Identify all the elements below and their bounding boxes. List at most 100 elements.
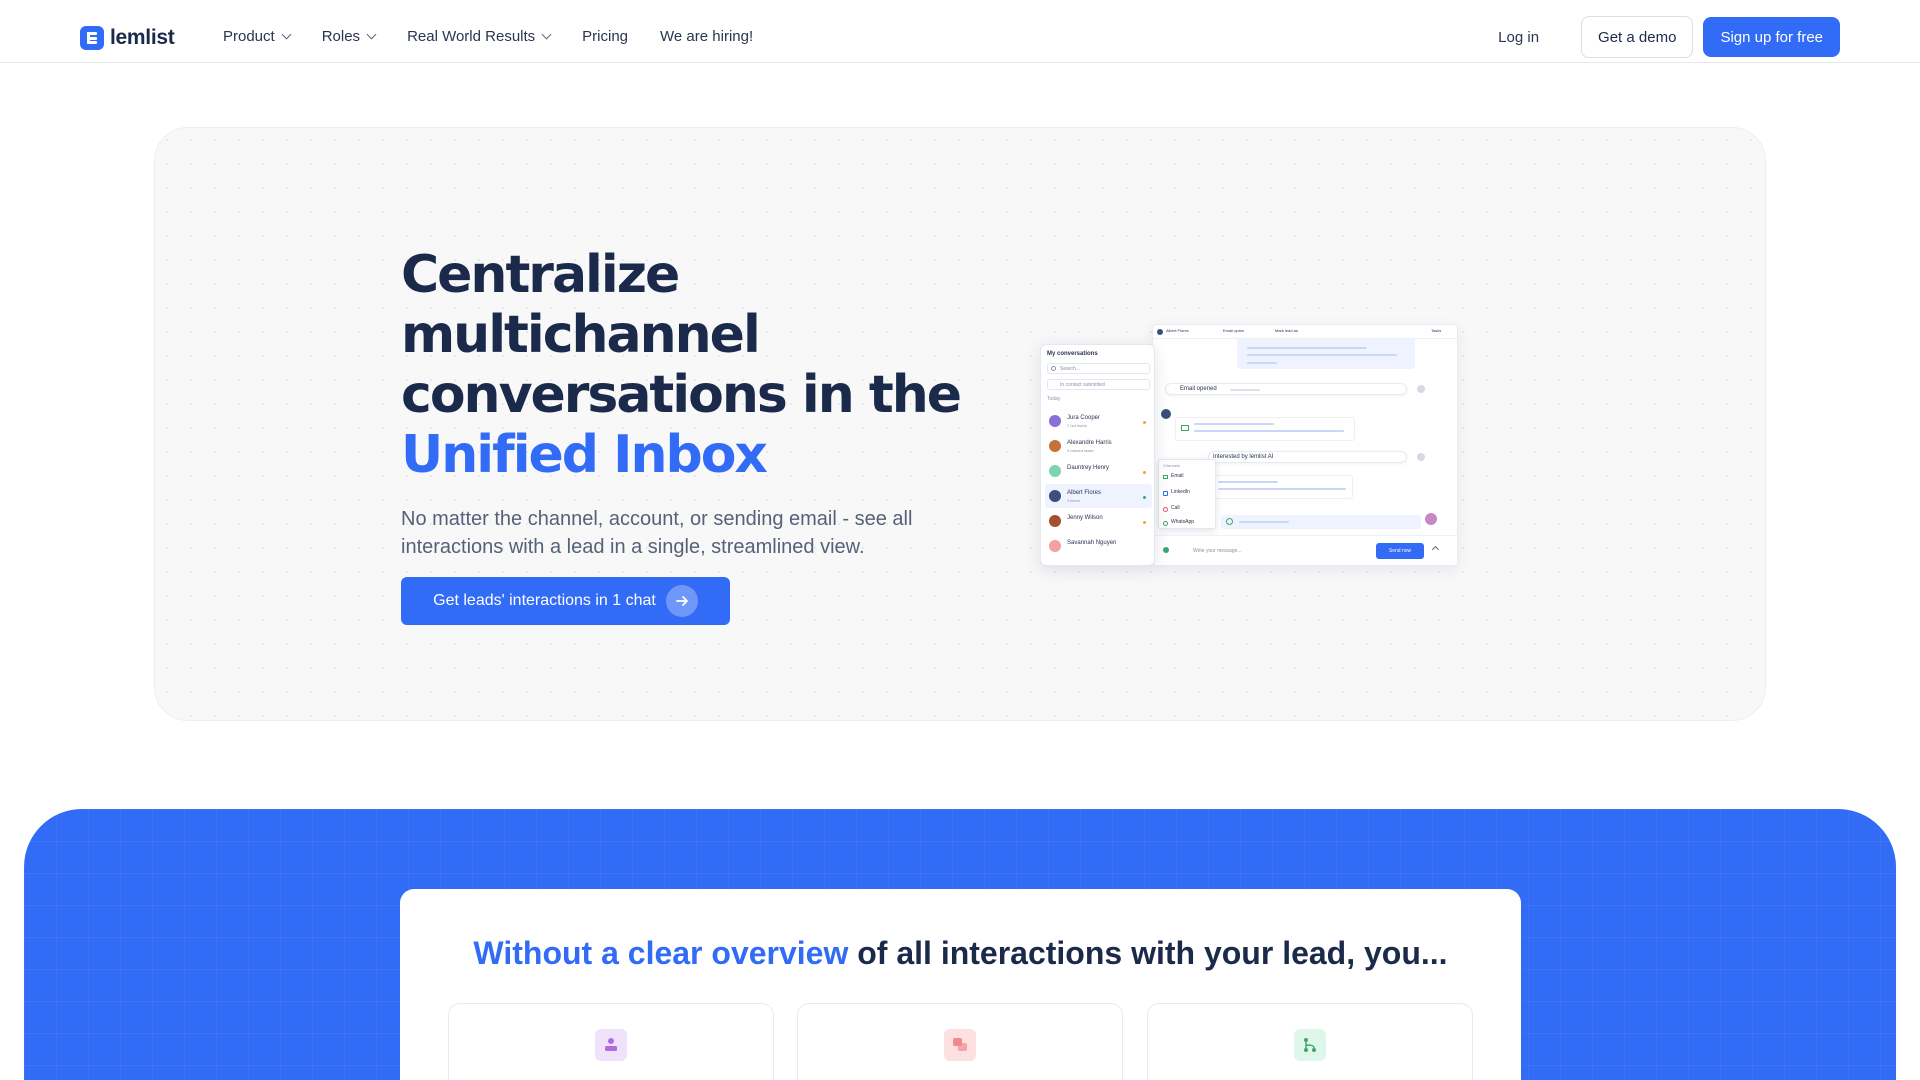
channel-email[interactable]: Email	[1171, 473, 1184, 479]
conversation-panel: Albert Flores Email optos Mark lead as T…	[1152, 324, 1458, 566]
text-line	[1247, 354, 1397, 356]
message-bubble	[1175, 417, 1355, 441]
logo-text: lemlist	[110, 26, 175, 49]
nav-results-label: Real World Results	[407, 28, 536, 45]
contact-sub: 3 items	[1067, 498, 1080, 503]
channel-dropdown: Channels Email LinkedIn Call WhatsApp	[1158, 459, 1216, 529]
nav-roles-label: Roles	[321, 28, 361, 45]
chevron-up-icon[interactable]	[1431, 545, 1440, 554]
signup-button[interactable]: Sign up for free	[1703, 17, 1840, 57]
sidebar-search[interactable]: Search...	[1047, 363, 1150, 374]
chevron-down-icon	[281, 29, 292, 40]
avatar	[1049, 540, 1061, 552]
nav-real-world-results[interactable]: Real World Results	[407, 28, 552, 45]
get-demo-button[interactable]: Get a demo	[1581, 16, 1694, 58]
avatar	[1157, 329, 1163, 335]
message-bubble	[1213, 475, 1353, 499]
contact-name: Jenny Wilson	[1067, 515, 1103, 521]
problem-item-1	[448, 1003, 774, 1080]
whatsapp-icon	[1226, 518, 1233, 525]
interested-event: Interested by lemlist AI	[1208, 451, 1407, 463]
topbar-tasks: Tasks	[1431, 328, 1442, 333]
email-icon	[1181, 425, 1189, 431]
lemlist-logo[interactable]: lemlist	[80, 26, 175, 50]
email-icon	[1163, 475, 1168, 479]
avatar	[1049, 440, 1061, 452]
nav-product[interactable]: Product	[223, 28, 292, 45]
arrow-right-icon	[665, 585, 698, 617]
contact-row[interactable]: Alexandre Harris 3 missed tasks	[1045, 434, 1152, 458]
chevron-down-icon	[541, 29, 552, 40]
email-opened-label: Email opened	[1180, 386, 1217, 392]
call-icon	[1163, 507, 1168, 512]
lemlist-logo-icon	[80, 26, 104, 50]
channel-call[interactable]: Call	[1171, 505, 1180, 511]
whatsapp-message	[1221, 515, 1421, 529]
contact-row[interactable]: Jenny Wilson	[1045, 509, 1152, 533]
sidebar-filter[interactable]: In contact submitted	[1047, 379, 1150, 390]
hero-title-text: Centralize multichannel conversations in…	[401, 245, 962, 425]
filter-label: In contact submitted	[1060, 382, 1105, 388]
topbar-name: Albert Flores	[1166, 328, 1189, 333]
hero-title-accent: Unified Inbox	[401, 425, 768, 485]
problem-title-accent: Without a clear overview	[473, 935, 849, 971]
hero-cta-button[interactable]: Get leads' interactions in 1 chat	[401, 577, 730, 625]
avatar	[1049, 465, 1061, 477]
channel-whatsapp[interactable]: WhatsApp	[1171, 519, 1194, 525]
email-opened-event: Email opened	[1165, 383, 1407, 395]
problem-card: Without a clear overview of all interact…	[400, 889, 1521, 1080]
whatsapp-icon	[1163, 547, 1169, 553]
chat-icon	[944, 1029, 976, 1061]
whatsapp-icon	[1163, 521, 1168, 526]
nav-pricing[interactable]: Pricing	[582, 28, 628, 45]
chevron-down-icon	[366, 29, 377, 40]
contact-sub: 7 hot leads	[1067, 423, 1087, 428]
send-now-button[interactable]: Send now	[1376, 543, 1424, 559]
section-today: Today	[1047, 396, 1061, 402]
contact-row[interactable]: Savannah Nguyen	[1045, 534, 1152, 558]
nav-hiring[interactable]: We are hiring!	[660, 28, 753, 45]
hero-subtitle: No matter the channel, account, or sendi…	[401, 508, 913, 558]
unified-inbox-mockup: Albert Flores Email optos Mark lead as T…	[1040, 324, 1466, 578]
contact-name: Jura Cooper	[1067, 415, 1101, 421]
avatar	[1425, 513, 1437, 525]
text-line	[1230, 389, 1260, 391]
contact-name: Dauntrey Henry	[1067, 465, 1110, 471]
text-line	[1218, 488, 1346, 490]
avatar	[1049, 415, 1061, 427]
problem-item-2	[797, 1003, 1123, 1080]
contact-sub: 3 missed tasks	[1067, 448, 1094, 453]
contact-row[interactable]: Jura Cooper 7 hot leads	[1045, 409, 1152, 433]
hero-title: Centralize multichannel conversations in…	[401, 245, 962, 485]
topbar-tab: Email optos	[1223, 328, 1244, 333]
avatar	[1049, 515, 1061, 527]
contact-row[interactable]: Albert Flores 3 items	[1045, 484, 1152, 508]
hierarchy-icon	[595, 1029, 627, 1061]
unread-dot	[1143, 471, 1146, 474]
hero-cta-label: Get leads' interactions in 1 chat	[433, 592, 656, 609]
nav-roles[interactable]: Roles	[321, 28, 377, 45]
status-dot	[1417, 453, 1425, 461]
unread-dot	[1143, 521, 1146, 524]
text-line	[1247, 347, 1367, 349]
contact-name: Albert Flores	[1067, 490, 1102, 496]
nav-actions: Log in Get a demo Sign up for free	[1498, 16, 1840, 58]
login-link[interactable]: Log in	[1498, 29, 1539, 46]
top-navigation: lemlist Product Roles Real World Results…	[0, 0, 1920, 63]
problem-section: Without a clear overview of all interact…	[24, 809, 1896, 1080]
contact-row[interactable]: Dauntrey Henry	[1045, 459, 1152, 483]
sidebar-title: My conversations	[1047, 351, 1098, 357]
nav-product-label: Product	[223, 28, 275, 45]
text-line	[1239, 521, 1289, 523]
problem-title: Without a clear overview of all interact…	[400, 935, 1521, 972]
avatar	[1049, 490, 1061, 502]
nav-pricing-label: Pricing	[582, 28, 629, 45]
channels-label: Channels	[1163, 463, 1180, 468]
channel-linkedin[interactable]: LinkedIn	[1171, 489, 1190, 495]
linkedin-icon	[1163, 491, 1168, 496]
search-icon	[1051, 366, 1056, 371]
text-line	[1194, 423, 1274, 425]
composer-input[interactable]: Write your message...	[1193, 548, 1242, 554]
status-dot	[1417, 385, 1425, 393]
topbar-mark: Mark lead as	[1275, 328, 1298, 333]
